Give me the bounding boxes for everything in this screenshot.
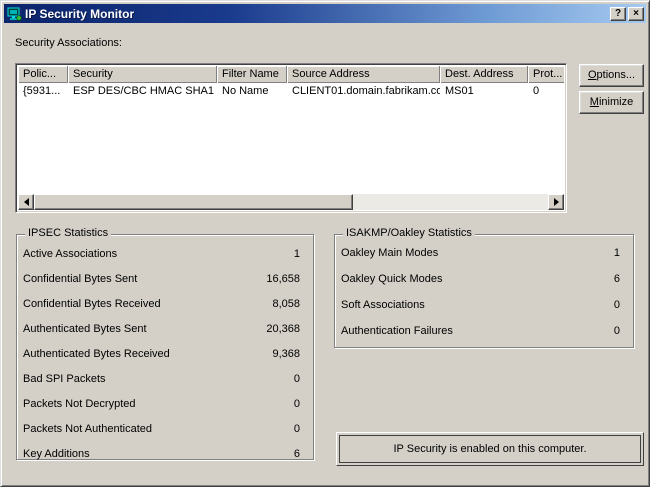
column-header-filter-name[interactable]: Filter Name [217, 66, 287, 83]
scroll-left-button[interactable] [18, 194, 34, 210]
stat-label: Confidential Bytes Sent [23, 273, 137, 285]
cell-protocol: 0 [528, 83, 564, 100]
stat-label: Key Additions [23, 448, 90, 460]
cell-security: ESP DES/CBC HMAC SHA1 [68, 83, 217, 100]
minimize-button-label: inimize [599, 96, 633, 108]
column-header-source-address[interactable]: Source Address [287, 66, 440, 83]
stat-label: Packets Not Authenticated [23, 423, 152, 435]
stat-label: Authenticated Bytes Sent [23, 323, 147, 335]
minimize-button[interactable]: Minimize [579, 91, 644, 114]
ip-security-monitor-window: IP Security Monitor ? × Security Associa… [0, 0, 650, 487]
stat-value: 0 [294, 373, 300, 385]
cell-filter-name: No Name [217, 83, 287, 100]
cell-source-address: CLIENT01.domain.fabrikam.com [287, 83, 440, 100]
stat-value: 16,658 [266, 273, 300, 285]
status-message: IP Security is enabled on this computer. [339, 435, 641, 463]
stat-row-packets-not-decrypted: Packets Not Decrypted 0 [17, 391, 313, 416]
ipsec-statistics-group: IPSEC Statistics Active Associations 1 C… [16, 234, 314, 460]
title-bar[interactable]: IP Security Monitor ? × [4, 4, 646, 23]
stat-row-oakley-main-modes: Oakley Main Modes 1 [335, 240, 633, 266]
stat-row-confidential-bytes-sent: Confidential Bytes Sent 16,658 [17, 266, 313, 291]
column-header-protocol[interactable]: Prot... [528, 66, 564, 83]
options-button-accel: O [588, 69, 597, 81]
list-header: Polic... Security Filter Name Source Add… [18, 66, 564, 83]
stat-value: 6 [614, 273, 620, 285]
ipsec-statistics-title: IPSEC Statistics [25, 227, 111, 239]
ip-security-monitor-icon [6, 6, 22, 22]
options-button-label: ptions... [597, 69, 636, 81]
column-header-dest-address[interactable]: Dest. Address [440, 66, 528, 83]
scrollbar-thumb[interactable] [34, 194, 353, 210]
scroll-right-icon [554, 198, 559, 206]
close-button[interactable]: × [628, 7, 644, 21]
stat-value: 0 [294, 423, 300, 435]
stat-value: 9,368 [272, 348, 300, 360]
stat-value: 20,368 [266, 323, 300, 335]
scroll-right-button[interactable] [548, 194, 564, 210]
stat-value: 0 [614, 299, 620, 311]
horizontal-scrollbar[interactable] [18, 194, 564, 210]
column-header-security[interactable]: Security [68, 66, 217, 83]
stat-label: Active Associations [23, 248, 117, 260]
window-title: IP Security Monitor [25, 7, 608, 21]
stat-label: Confidential Bytes Received [23, 298, 161, 310]
stat-value: 6 [294, 448, 300, 460]
stat-row-soft-associations: Soft Associations 0 [335, 292, 633, 318]
table-row[interactable]: {5931... ESP DES/CBC HMAC SHA1 No Name C… [18, 83, 564, 100]
stat-row-authentication-failures: Authentication Failures 0 [335, 318, 633, 344]
options-button[interactable]: Options... [579, 64, 644, 87]
stat-row-key-additions: Key Additions 6 [17, 441, 313, 466]
help-button[interactable]: ? [610, 7, 626, 21]
stat-value: 0 [614, 325, 620, 337]
stat-value: 1 [614, 247, 620, 259]
stat-row-authenticated-bytes-sent: Authenticated Bytes Sent 20,368 [17, 316, 313, 341]
stat-label: Packets Not Decrypted [23, 398, 136, 410]
stat-value: 8,058 [272, 298, 300, 310]
minimize-button-accel: M [590, 96, 599, 108]
stat-value: 1 [294, 248, 300, 260]
security-associations-label: Security Associations: [15, 37, 122, 49]
status-panel: IP Security is enabled on this computer. [336, 432, 644, 466]
stat-label: Authentication Failures [341, 325, 453, 337]
column-header-policy[interactable]: Polic... [18, 66, 68, 83]
security-associations-list[interactable]: Polic... Security Filter Name Source Add… [15, 63, 567, 213]
stat-row-authenticated-bytes-received: Authenticated Bytes Received 9,368 [17, 341, 313, 366]
stat-row-packets-not-authenticated: Packets Not Authenticated 0 [17, 416, 313, 441]
scroll-left-icon [24, 198, 29, 206]
stat-row-confidential-bytes-received: Confidential Bytes Received 8,058 [17, 291, 313, 316]
isakmp-oakley-statistics-title: ISAKMP/Oakley Statistics [343, 227, 475, 239]
stat-row-bad-spi-packets: Bad SPI Packets 0 [17, 366, 313, 391]
stat-row-active-associations: Active Associations 1 [17, 241, 313, 266]
stat-label: Bad SPI Packets [23, 373, 106, 385]
cell-dest-address: MS01 [440, 83, 528, 100]
scrollbar-track[interactable] [34, 194, 548, 210]
stat-label: Oakley Main Modes [341, 247, 438, 259]
stat-label: Oakley Quick Modes [341, 273, 442, 285]
stat-label: Authenticated Bytes Received [23, 348, 170, 360]
stat-value: 0 [294, 398, 300, 410]
cell-policy: {5931... [18, 83, 68, 100]
stat-row-oakley-quick-modes: Oakley Quick Modes 6 [335, 266, 633, 292]
stat-label: Soft Associations [341, 299, 425, 311]
isakmp-oakley-statistics-group: ISAKMP/Oakley Statistics Oakley Main Mod… [334, 234, 634, 348]
